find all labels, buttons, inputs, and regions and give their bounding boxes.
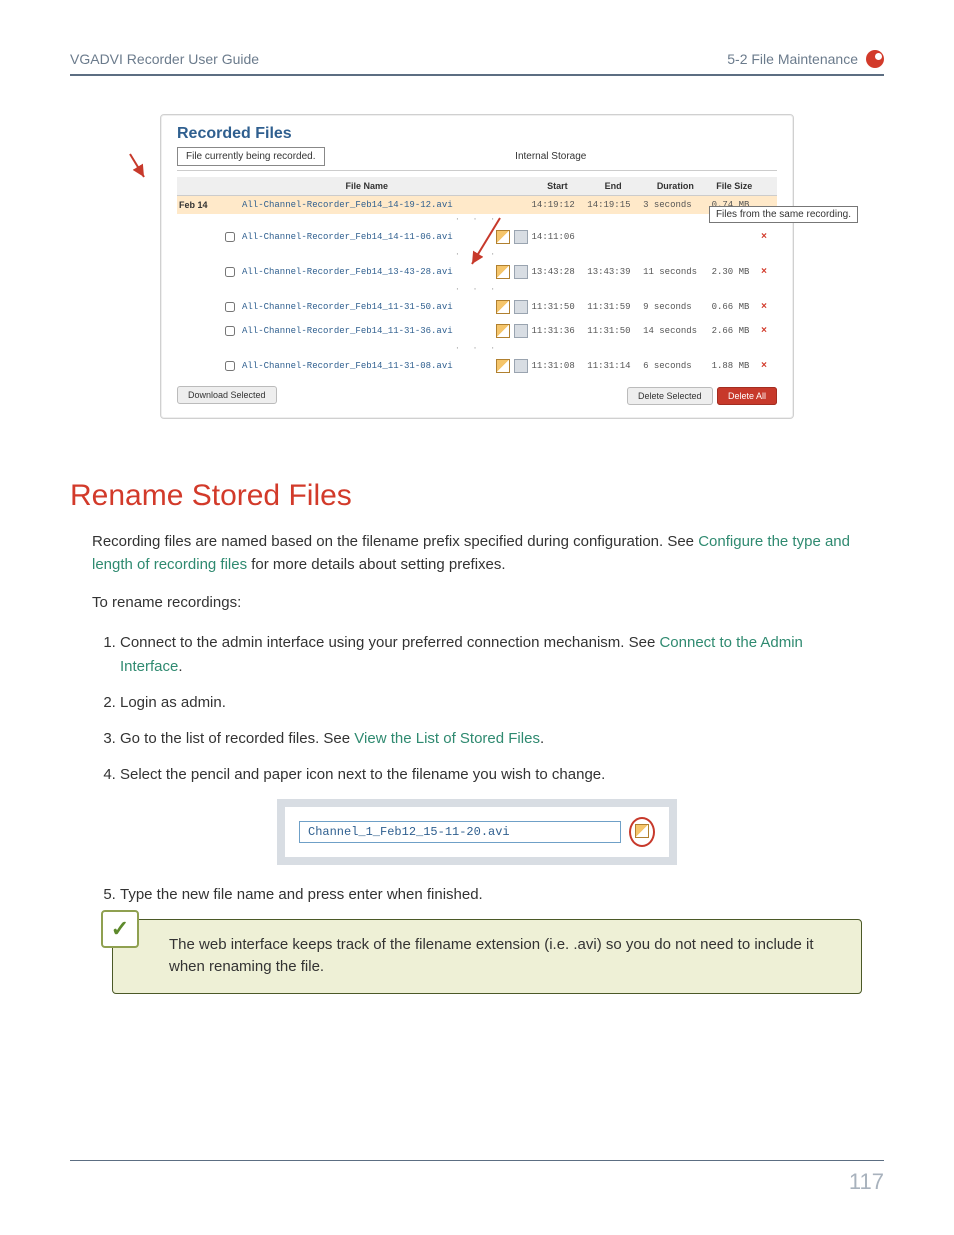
check-icon: ✓	[111, 912, 129, 945]
cell-start: 11:31:50	[530, 295, 586, 319]
cell-end	[585, 225, 641, 249]
cell-dur: 11 seconds	[641, 260, 710, 284]
download-selected-button[interactable]: Download Selected	[177, 386, 277, 404]
tip-note: ✓ The web interface keeps track of the f…	[112, 919, 862, 994]
step-3: Go to the list of recorded files. See Vi…	[120, 727, 862, 751]
row-separator: · · ·	[177, 343, 777, 354]
same-recording-callout: Files from the same recording.	[709, 206, 858, 223]
row-checkbox[interactable]	[225, 232, 235, 242]
files-table: File Name Start End Duration File Size F…	[177, 177, 777, 378]
intro-paragraph: Recording files are named based on the f…	[92, 531, 884, 576]
pencil-icon[interactable]	[635, 824, 649, 838]
currently-recording-callout: File currently being recorded.	[177, 147, 325, 166]
guide-title: VGADVI Recorder User Guide	[70, 51, 259, 67]
recorded-files-title: Recorded Files	[177, 125, 777, 143]
delete-all-button[interactable]: Delete All	[717, 387, 777, 405]
rename-screenshot: Channel_1_Feb12_15-11-20.avi	[277, 799, 677, 865]
page-number: 117	[849, 1169, 884, 1194]
col-end: End	[585, 177, 641, 196]
cell-dur: 9 seconds	[641, 295, 710, 319]
page-footer: 117	[70, 1160, 884, 1195]
col-start: Start	[530, 177, 586, 196]
tip-icon: ✓	[101, 910, 139, 948]
cell-start: 14:11:06	[530, 225, 586, 249]
row-separator: · · ·	[177, 284, 777, 295]
row-checkbox[interactable]	[225, 302, 235, 312]
to-rename-label: To rename recordings:	[92, 592, 884, 615]
cell-start: 11:31:08	[530, 354, 586, 378]
col-filename: File Name	[240, 177, 494, 196]
row-checkbox[interactable]	[225, 361, 235, 371]
delete-row-icon[interactable]: ×	[761, 232, 767, 243]
rename-input[interactable]: Channel_1_Feb12_15-11-20.avi	[299, 821, 621, 843]
pencil-icon[interactable]	[496, 265, 510, 279]
col-size: File Size	[710, 177, 759, 196]
file-name-link[interactable]: All-Channel-Recorder_Feb14_14-19-12.avi	[240, 196, 494, 215]
recorded-files-screenshot: Recorded Files File currently being reco…	[160, 114, 794, 419]
table-row: All-Channel-Recorder_Feb14_14-11-06.avi 1…	[177, 225, 777, 249]
row-checkbox[interactable]	[225, 326, 235, 336]
download-icon[interactable]	[514, 324, 528, 338]
cell-start: 14:19:12	[530, 196, 586, 215]
cell-start: 11:31:36	[530, 319, 586, 343]
edit-icon-highlight	[629, 817, 655, 847]
cell-dur: 14 seconds	[641, 319, 710, 343]
delete-selected-button[interactable]: Delete Selected	[627, 387, 713, 405]
download-icon[interactable]	[514, 300, 528, 314]
pencil-icon[interactable]	[496, 324, 510, 338]
cell-size: 0.66 MB	[710, 295, 759, 319]
download-icon[interactable]	[514, 265, 528, 279]
col-duration: Duration	[641, 177, 710, 196]
table-row: All-Channel-Recorder_Feb14_13-43-28.avi 1…	[177, 260, 777, 284]
table-row: All-Channel-Recorder_Feb14_11-31-36.avi 1…	[177, 319, 777, 343]
cell-dur: 6 seconds	[641, 354, 710, 378]
file-name-link[interactable]: All-Channel-Recorder_Feb14_13-43-28.avi	[240, 260, 494, 284]
brand-logo-icon	[866, 50, 884, 68]
file-name-link[interactable]: All-Channel-Recorder_Feb14_11-31-36.avi	[240, 319, 494, 343]
storage-label: Internal Storage	[325, 151, 777, 162]
download-icon[interactable]	[514, 230, 528, 244]
delete-row-icon[interactable]: ×	[761, 326, 767, 337]
step-4: Select the pencil and paper icon next to…	[120, 763, 862, 787]
cell-size: 1.88 MB	[710, 354, 759, 378]
download-icon[interactable]	[514, 359, 528, 373]
step-5: Type the new file name and press enter w…	[120, 883, 862, 907]
cell-end: 11:31:50	[585, 319, 641, 343]
tip-text: The web interface keeps track of the fil…	[169, 936, 814, 976]
pencil-icon[interactable]	[496, 300, 510, 314]
steps-list: Connect to the admin interface using you…	[92, 631, 862, 787]
table-row: Feb 14All-Channel-Recorder_Feb14_14-19-1…	[177, 196, 777, 215]
file-name-link[interactable]: All-Channel-Recorder_Feb14_11-31-50.avi	[240, 295, 494, 319]
row-checkbox[interactable]	[225, 267, 235, 277]
delete-row-icon[interactable]: ×	[761, 302, 767, 313]
cell-dur	[641, 225, 710, 249]
step-2: Login as admin.	[120, 691, 862, 715]
pencil-icon[interactable]	[496, 230, 510, 244]
file-name-link[interactable]: All-Channel-Recorder_Feb14_14-11-06.avi	[240, 225, 494, 249]
cell-end: 11:31:14	[585, 354, 641, 378]
section-heading: Rename Stored Files	[70, 479, 884, 513]
cell-size: 2.66 MB	[710, 319, 759, 343]
cell-end: 14:19:15	[585, 196, 641, 215]
cell-size: 2.30 MB	[710, 260, 759, 284]
file-name-link[interactable]: All-Channel-Recorder_Feb14_11-31-08.avi	[240, 354, 494, 378]
cell-end: 13:43:39	[585, 260, 641, 284]
delete-row-icon[interactable]: ×	[761, 267, 767, 278]
step-1: Connect to the admin interface using you…	[120, 631, 862, 679]
cell-start: 13:43:28	[530, 260, 586, 284]
pencil-icon[interactable]	[496, 359, 510, 373]
table-row: All-Channel-Recorder_Feb14_11-31-08.avi 1…	[177, 354, 777, 378]
view-stored-files-link[interactable]: View the List of Stored Files	[354, 730, 540, 747]
row-separator: · · ·	[177, 249, 777, 260]
table-row: All-Channel-Recorder_Feb14_11-31-50.avi 1…	[177, 295, 777, 319]
section-ref: 5-2 File Maintenance	[727, 51, 858, 67]
page-header: VGADVI Recorder User Guide 5-2 File Main…	[70, 50, 884, 76]
steps-list-continued: Type the new file name and press enter w…	[92, 883, 862, 907]
cell-dur: 3 seconds	[641, 196, 710, 215]
row-separator: · · ·	[177, 214, 777, 225]
cell-end: 11:31:59	[585, 295, 641, 319]
cell-size	[710, 225, 759, 249]
delete-row-icon[interactable]: ×	[761, 361, 767, 372]
